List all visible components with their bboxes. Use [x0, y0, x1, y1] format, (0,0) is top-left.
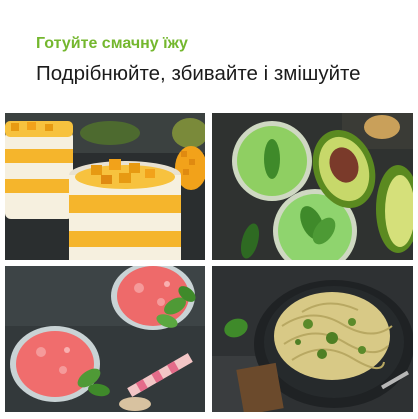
green-smoothie-avocado-photo — [212, 113, 413, 260]
watermelon-granita-photo — [5, 266, 205, 412]
mango-yogurt-parfait-photo — [5, 113, 205, 260]
promo-card: Готуйте смачну їжу Подрібнюйте, збивайте… — [0, 0, 418, 419]
promo-subtitle: Готуйте смачну їжу — [36, 35, 188, 52]
promo-header: Готуйте смачну їжу Подрібнюйте, збивайте… — [36, 33, 406, 87]
promo-title: Подрібнюйте, збивайте і змішуйте — [36, 62, 361, 85]
pesto-pasta-photo — [212, 266, 413, 412]
